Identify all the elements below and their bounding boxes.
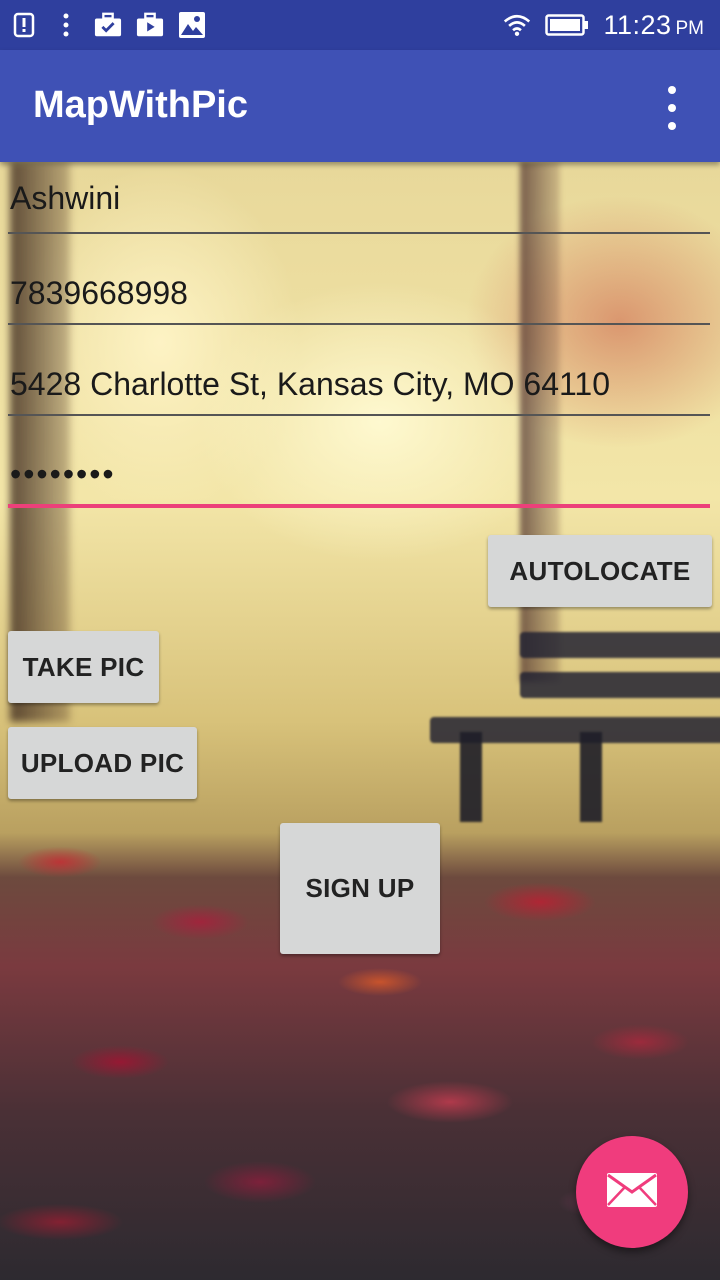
battery-icon [545, 11, 589, 39]
address-field[interactable]: 5428 Charlotte St, Kansas City, MO 64110 [8, 366, 710, 418]
bench-slat [520, 632, 720, 658]
bench-slat [520, 672, 720, 698]
more-vert-icon [52, 11, 80, 39]
briefcase-check-icon [94, 11, 122, 39]
field-underline [8, 414, 710, 416]
park-bench [430, 612, 720, 822]
autolocate-button[interactable]: AUTOLOCATE [488, 535, 712, 607]
app-title: MapWithPic [33, 84, 248, 126]
overflow-dot [668, 104, 676, 112]
alert-icon [10, 11, 38, 39]
overflow-dot [668, 86, 676, 94]
overflow-dot [668, 122, 676, 130]
phone-field-value: 7839668998 [10, 275, 188, 311]
overflow-menu-icon[interactable] [660, 86, 684, 130]
name-field-value: Ashwini [10, 180, 121, 216]
password-field-value: •••••••• [10, 456, 116, 492]
play-store-icon [136, 11, 164, 39]
status-bar: 11:23 PM [0, 0, 720, 50]
clock-time: 11:23 [603, 9, 672, 40]
email-fab-button[interactable] [576, 1136, 688, 1248]
field-underline [8, 232, 710, 234]
image-icon [178, 11, 206, 39]
upload-pic-button[interactable]: UPLOAD PIC [8, 727, 197, 799]
name-field[interactable]: Ashwini [8, 180, 710, 236]
take-pic-button[interactable]: TAKE PIC [8, 631, 159, 703]
field-underline [8, 323, 710, 325]
phone-field[interactable]: 7839668998 [8, 275, 710, 327]
address-field-value: 5428 Charlotte St, Kansas City, MO 64110 [10, 366, 611, 402]
background-image [0, 162, 720, 1280]
app-bar: MapWithPic [0, 50, 720, 162]
field-underline-focused [8, 504, 710, 508]
password-field[interactable]: •••••••• [8, 456, 710, 512]
wifi-icon [503, 11, 531, 39]
clock: 11:23 PM [603, 10, 704, 41]
sign-up-button[interactable]: SIGN UP [280, 823, 440, 954]
email-icon [606, 1172, 658, 1213]
clock-ampm: PM [675, 17, 705, 39]
